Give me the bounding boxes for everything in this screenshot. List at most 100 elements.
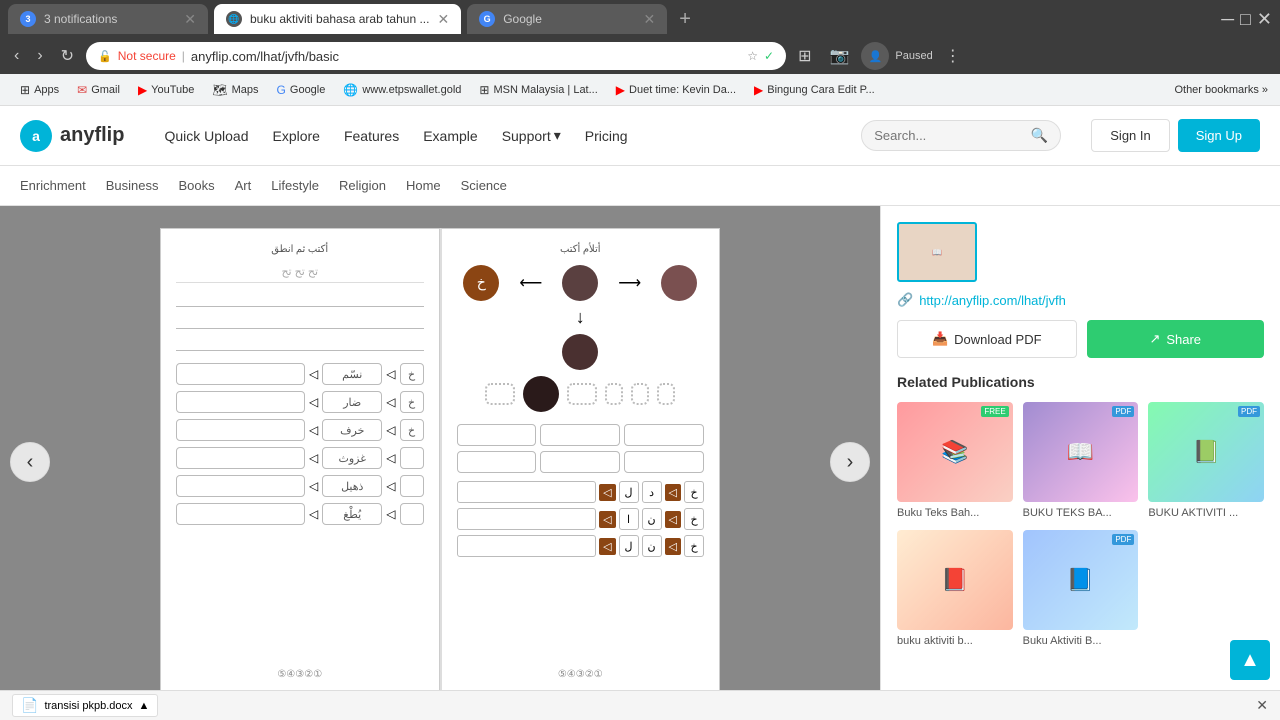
tab-notifications[interactable]: 3 3 notifications ✕ [8, 4, 208, 34]
cat-business[interactable]: Business [106, 174, 159, 197]
next-page-button[interactable]: › [830, 442, 870, 482]
related-grid: 📚 FREE Buku Teks Bah... 📖 PDF BUKU TEKS … [897, 402, 1264, 649]
address-bar[interactable]: 🔓 Not secure | anyflip.com/lhat/jvfh/bas… [86, 42, 786, 70]
related-label-4: buku aktiviti b... [897, 634, 1013, 648]
related-thumb-2: 📖 PDF [1023, 402, 1139, 502]
logo-icon: a [20, 120, 52, 152]
sidebar-actions: 📥 Download PDF ↗ Share [897, 320, 1264, 358]
logo[interactable]: a anyflip [20, 120, 124, 152]
bookmark-msn[interactable]: ⊞ MSN Malaysia | Lat... [471, 79, 605, 101]
nav-explore[interactable]: Explore [263, 120, 330, 152]
refresh-button[interactable]: ↻ [55, 44, 80, 68]
tab-anyflip[interactable]: 🌐 buku aktiviti bahasa arab tahun ... ✕ [214, 4, 461, 34]
download-icon: 📥 [932, 331, 948, 347]
cat-lifestyle[interactable]: Lifestyle [271, 174, 319, 197]
scroll-top-button[interactable]: ▲ [1230, 640, 1270, 680]
bookmark-maps-label: Maps [232, 84, 259, 96]
cat-religion[interactable]: Religion [339, 174, 386, 197]
sidebar: 📖 🔗 http://anyflip.com/lhat/jvfh 📥 Downl… [880, 206, 1280, 718]
related-item-4[interactable]: 📕 buku aktiviti b... [897, 530, 1013, 648]
security-label: Not secure [118, 49, 176, 63]
tab-favicon-google: G [479, 11, 495, 27]
minimize-button[interactable]: ─ [1221, 9, 1234, 30]
related-item-3[interactable]: 📗 PDF BUKU AKTIVITI ... [1148, 402, 1264, 520]
related-badge-5: PDF [1112, 534, 1134, 545]
bookmark-gmail-label: Gmail [91, 84, 120, 96]
thumbnail-preview: 📖 [897, 222, 1264, 282]
tab-close-notifications[interactable]: ✕ [184, 11, 196, 28]
share-icon: ↗ [1149, 331, 1160, 347]
forward-button[interactable]: › [31, 45, 48, 67]
maximize-button[interactable]: □ [1240, 9, 1251, 30]
bookmark-duet-label: Duet time: Kevin Da... [629, 84, 736, 96]
related-badge-3: PDF [1238, 406, 1260, 417]
tab-title-google: Google [503, 12, 542, 26]
screenshot-button[interactable]: 📷 [823, 44, 855, 68]
download-item: 📄 transisi pkpb.docx ▲ [12, 694, 158, 717]
sidebar-link: 🔗 http://anyflip.com/lhat/jvfh [897, 292, 1264, 308]
bookmark-gmail[interactable]: ✉ Gmail [69, 79, 128, 101]
security-icon: 🔓 [98, 50, 112, 63]
signin-button[interactable]: Sign In [1091, 119, 1169, 152]
back-button[interactable]: ‹ [8, 45, 25, 67]
related-thumb-1: 📚 FREE [897, 402, 1013, 502]
bookmark-maps[interactable]: 🗺 Maps [204, 79, 266, 101]
bookmark-bingung-label: Bingung Cara Edit P... [767, 84, 874, 96]
signup-button[interactable]: Sign Up [1178, 119, 1260, 152]
related-item-1[interactable]: 📚 FREE Buku Teks Bah... [897, 402, 1013, 520]
bookmark-google[interactable]: G Google [269, 79, 334, 101]
youtube-icon: ▶ [138, 83, 147, 97]
bookmark-etps[interactable]: 🌐 www.etpswallet.gold [335, 79, 469, 101]
bookmark-star-icon[interactable]: ☆ [747, 49, 758, 63]
extensions-button[interactable]: ⊞ [792, 44, 817, 68]
bookmarks-bar: ⊞ Apps ✉ Gmail ▶ YouTube 🗺 Maps G Google… [0, 74, 1280, 106]
publication-link[interactable]: http://anyflip.com/lhat/jvfh [919, 293, 1066, 308]
tab-google[interactable]: G Google ✕ [467, 4, 667, 34]
bookmark-bingung[interactable]: ▶ Bingung Cara Edit P... [746, 79, 883, 101]
cat-books[interactable]: Books [179, 174, 215, 197]
related-publications: Related Publications 📚 FREE Buku Teks Ba… [897, 374, 1264, 649]
cat-home[interactable]: Home [406, 174, 441, 197]
nav-pricing[interactable]: Pricing [575, 120, 638, 152]
cat-science[interactable]: Science [461, 174, 507, 197]
book-page-left: أكتب ثم انطق تح تح تح ◁ نسّم [160, 228, 440, 695]
other-bookmarks[interactable]: Other bookmarks » [1174, 84, 1268, 96]
related-label-3: BUKU AKTIVITI ... [1148, 506, 1264, 520]
cat-art[interactable]: Art [235, 174, 252, 197]
related-item-2[interactable]: 📖 PDF BUKU TEKS BA... [1023, 402, 1139, 520]
cat-enrichment[interactable]: Enrichment [20, 174, 86, 197]
bookmark-apps[interactable]: ⊞ Apps [12, 79, 67, 101]
close-browser-button[interactable]: ✕ [1257, 9, 1272, 30]
tab-title-anyflip: buku aktiviti bahasa arab tahun ... [250, 12, 429, 26]
nav-support[interactable]: Support ▾ [492, 119, 571, 152]
nav-features[interactable]: Features [334, 120, 409, 152]
main-content: ‹ أكتب ثم انطق تح تح تح [0, 206, 1280, 718]
related-item-5[interactable]: 📘 PDF Buku Aktiviti B... [1023, 530, 1139, 648]
bingung-icon: ▶ [754, 83, 763, 97]
related-thumb-3: 📗 PDF [1148, 402, 1264, 502]
bookmark-youtube[interactable]: ▶ YouTube [130, 79, 202, 101]
nav-example[interactable]: Example [413, 120, 487, 152]
menu-button[interactable]: ⋮ [939, 44, 967, 68]
search-input[interactable] [874, 128, 1023, 143]
maps-icon: 🗺 [212, 83, 227, 97]
new-tab-button[interactable]: + [673, 8, 697, 31]
bookmark-duet[interactable]: ▶ Duet time: Kevin Da... [608, 79, 744, 101]
site-header: a anyflip Quick Upload Explore Features … [0, 106, 1280, 166]
related-title: Related Publications [897, 374, 1264, 390]
profile-button[interactable]: 👤 [861, 42, 889, 70]
logo-letter: a [32, 128, 40, 144]
download-file-icon: 📄 [21, 697, 38, 714]
search-box[interactable]: 🔍 [861, 120, 1061, 151]
close-download-bar-button[interactable]: ✕ [1256, 697, 1268, 714]
download-pdf-button[interactable]: 📥 Download PDF [897, 320, 1077, 358]
link-icon: 🔗 [897, 292, 913, 308]
tab-title-notifications: 3 notifications [44, 12, 117, 26]
prev-page-button[interactable]: ‹ [10, 442, 50, 482]
related-badge-1: FREE [981, 406, 1008, 417]
share-button[interactable]: ↗ Share [1087, 320, 1265, 358]
nav-quick-upload[interactable]: Quick Upload [154, 120, 258, 152]
tab-close-google[interactable]: ✕ [643, 11, 655, 28]
tab-close-anyflip[interactable]: ✕ [437, 11, 449, 28]
header-search: 🔍 [861, 120, 1061, 151]
